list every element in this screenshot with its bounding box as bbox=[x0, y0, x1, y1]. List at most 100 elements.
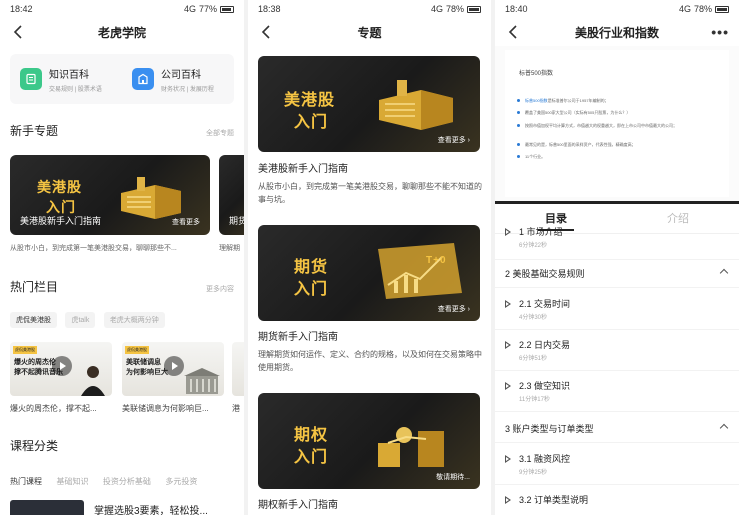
wiki-knowledge-sub: 交易规则 | 股票术语 bbox=[49, 86, 102, 93]
banner-big-line2: 入门 bbox=[294, 449, 329, 466]
play-triangle-icon bbox=[505, 228, 511, 236]
thumb-headline-l2: 为何影响巨大 bbox=[126, 369, 168, 376]
more-menu-icon[interactable]: ••• bbox=[711, 23, 729, 41]
status-bar: 18:42 4G 77% bbox=[0, 0, 244, 18]
course-title[interactable]: 掌握选股3要素，轻松投... bbox=[94, 502, 208, 515]
cat-tab-hot[interactable]: 热门课程 bbox=[10, 477, 42, 486]
chapter-name: 3 账户类型与订单类型 bbox=[505, 424, 594, 434]
banner-caption: 美港股新手入门指南 bbox=[20, 216, 102, 226]
building-icon bbox=[132, 68, 154, 90]
hot-section-title: 热门栏目 bbox=[10, 280, 59, 294]
next-banner-peek[interactable]: 期货 bbox=[219, 155, 244, 235]
doc-title: 标普500指数 bbox=[519, 71, 554, 77]
nav-bar: 美股行业和指数 ••• bbox=[495, 18, 739, 46]
hot-more-link[interactable]: 更多内容 bbox=[206, 284, 234, 294]
video-thumb-1[interactable]: 虎侃美港股 爆火的周杰伦 撑不起腾讯音乐 bbox=[10, 342, 112, 396]
hot-chips: 虎侃美港股 虎talk 老虎大概两分钟 bbox=[10, 309, 169, 328]
category-tabs: 热门课程 基础知识 投资分析基础 多元投资 bbox=[10, 471, 207, 489]
toc-lesson[interactable]: 2.2 日内交易 6分钟51秒 bbox=[495, 338, 739, 368]
thumb-caption-1: 爆火的周杰伦，撑不起... bbox=[10, 404, 97, 413]
wiki-company[interactable]: 公司百科 财务状况 | 发展历程 bbox=[122, 54, 234, 104]
topic-title-stocks[interactable]: 美港股新手入门指南 bbox=[258, 160, 348, 175]
book-icon bbox=[20, 68, 42, 90]
doc-line-highlight: 标普500指数 bbox=[525, 98, 548, 103]
newbie-section-title: 新手专题 bbox=[10, 124, 59, 138]
wiki-knowledge[interactable]: 知识百科 交易规则 | 股票术语 bbox=[10, 54, 122, 104]
status-time: 18:40 bbox=[505, 4, 528, 14]
banner-big-line1: 美港股 bbox=[37, 179, 82, 195]
topics-screen: 18:38 4G 78% 专题 美港股 入门 查看更多 › 美港股新手入门指南 … bbox=[248, 0, 491, 515]
wiki-company-sub: 财务状况 | 发展历程 bbox=[161, 86, 214, 93]
back-arrow-icon[interactable] bbox=[258, 23, 276, 41]
toc-chapter[interactable]: 3 账户类型与订单类型 bbox=[495, 417, 739, 439]
lesson-name: 3.2 订单类型说明 bbox=[519, 495, 589, 505]
presenter-figure-icon bbox=[81, 366, 105, 396]
play-triangle-icon bbox=[505, 496, 511, 504]
battery-text: 78% bbox=[693, 4, 712, 14]
back-arrow-icon[interactable] bbox=[10, 23, 28, 41]
futures-chart-icon bbox=[378, 243, 462, 299]
wiki-card: 知识百科 交易规则 | 股票术语 公司百科 财务状况 | 发展历程 bbox=[10, 54, 234, 104]
page-title: 专题 bbox=[357, 25, 382, 40]
chip-hukan[interactable]: 虎侃美港股 bbox=[10, 312, 57, 328]
banner-coming-soon: 敬请期待... bbox=[436, 474, 470, 481]
topic-banner-options[interactable]: 期权 入门 敬请期待... bbox=[258, 393, 480, 489]
banner-see-more[interactable]: 查看更多 › bbox=[438, 135, 470, 145]
topic-desc-futures: 理解期货如何运作、定义、合约的规格，以及如何在交易策略中使用期货。 bbox=[258, 350, 482, 372]
toc-lesson[interactable]: 2.1 交易时间 4分钟30秒 bbox=[495, 297, 739, 327]
video-thumb-3-peek[interactable] bbox=[232, 342, 244, 396]
lesson-duration: 6分钟51秒 bbox=[519, 356, 548, 362]
status-bar: 18:38 4G 78% bbox=[248, 0, 491, 18]
chip-two-minutes[interactable]: 老虎大概两分钟 bbox=[103, 312, 165, 328]
chip-hutalk[interactable]: 虎talk bbox=[65, 312, 96, 328]
video-thumb-2[interactable]: 虎侃美港股 美联储调息 为何影响巨大 bbox=[122, 342, 224, 396]
course-thumb[interactable] bbox=[10, 500, 84, 515]
topic-title-options[interactable]: 期权新手入门指南 bbox=[258, 496, 338, 511]
play-icon[interactable] bbox=[52, 356, 72, 376]
chapter-name: 2 美股基础交易规则 bbox=[505, 269, 585, 279]
cat-tab-analysis[interactable]: 投资分析基础 bbox=[103, 477, 151, 486]
t-plus-zero: T+0 bbox=[426, 255, 447, 266]
chevron-up-icon[interactable] bbox=[719, 423, 729, 433]
play-icon[interactable] bbox=[164, 356, 184, 376]
toc-lesson[interactable]: 3.1 融资风控 9分钟25秒 bbox=[495, 452, 739, 482]
newbie-banner[interactable]: 美港股 入门 美港股新手入门指南 查看更多 bbox=[10, 155, 210, 235]
nav-bar: 老虎学院 bbox=[0, 18, 244, 46]
signal-icon: 4G bbox=[678, 4, 691, 14]
cat-tab-basics[interactable]: 基础知识 bbox=[56, 477, 88, 486]
toc-chapter[interactable]: 2 美股基础交易规则 bbox=[495, 262, 739, 284]
banner-big-line1: 美港股 bbox=[284, 92, 336, 109]
chevron-up-icon[interactable] bbox=[719, 268, 729, 278]
topic-title-futures[interactable]: 期货新手入门指南 bbox=[258, 328, 338, 343]
banner-see-more[interactable]: 查看更多 › bbox=[438, 304, 470, 314]
back-arrow-icon[interactable] bbox=[505, 23, 523, 41]
hot-section-header: 热门栏目 更多内容 bbox=[0, 278, 244, 295]
thumb-tag: 虎侃美港股 bbox=[125, 346, 149, 354]
topic-banner-stocks[interactable]: 美港股 入门 查看更多 › bbox=[258, 56, 480, 152]
doc-line: 覆盖了美国500家大型公司（实际有505只股票，为什么？） bbox=[517, 110, 630, 116]
lesson-duration: 6分钟22秒 bbox=[519, 243, 548, 249]
gold-building-icon bbox=[121, 177, 181, 219]
course-preview[interactable]: 标普500指数 标普500指数是标准普尔公司于1957年编制的； 覆盖了美国50… bbox=[495, 46, 739, 204]
doc-line: 11个行业。 bbox=[517, 154, 545, 160]
cat-tab-multi[interactable]: 多元投资 bbox=[165, 477, 197, 486]
category-title: 课程分类 bbox=[10, 439, 59, 453]
topic-banner-futures[interactable]: 期货 入门 T+0 查看更多 › bbox=[258, 225, 480, 321]
wiki-knowledge-title: 知识百科 bbox=[49, 69, 89, 81]
doc-line-text: 是标准普尔公司于1957年编制的； bbox=[547, 98, 609, 103]
toc-lesson[interactable]: 2.3 做空知识 11分钟17秒 bbox=[495, 379, 739, 409]
lesson-name: 2.2 日内交易 bbox=[519, 340, 571, 350]
banner-big-line1: 期权 bbox=[294, 427, 329, 444]
options-handshake-icon bbox=[378, 427, 444, 467]
newbie-all-link[interactable]: 全部专题 bbox=[206, 128, 234, 138]
banner-see-more[interactable]: 查看更多 bbox=[172, 217, 200, 227]
nav-bar: 专题 bbox=[248, 18, 491, 46]
lesson-duration: 11分钟17秒 bbox=[519, 397, 550, 403]
next-banner-caption: 期货 bbox=[229, 216, 244, 226]
play-triangle-icon bbox=[505, 455, 511, 463]
lesson-name: 3.1 融资风控 bbox=[519, 454, 571, 464]
thumb-caption-3: 港 bbox=[232, 404, 240, 413]
toc-lesson[interactable]: 3.2 订单类型说明 bbox=[495, 493, 739, 515]
toc-lesson[interactable]: 1 市场介绍 6分钟22秒 bbox=[495, 225, 739, 255]
banner-big-line2: 入门 bbox=[294, 281, 329, 298]
